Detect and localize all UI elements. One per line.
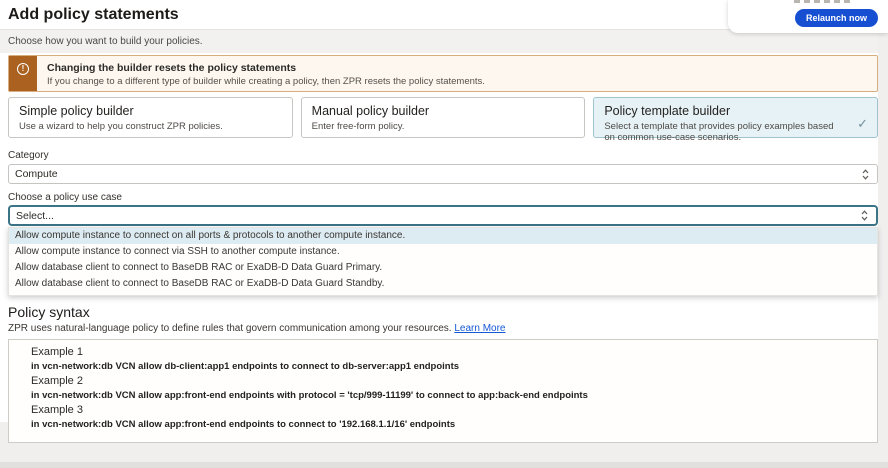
warning-icon: ! (17, 63, 29, 75)
card-title: Simple policy builder (19, 103, 282, 119)
select-stepper-icon (861, 210, 868, 221)
select-stepper-icon (862, 169, 869, 180)
warning-banner-body: Changing the builder resets the policy s… (37, 56, 495, 91)
bottom-edge-strip (0, 462, 888, 468)
learn-more-link[interactable]: Learn More (454, 323, 505, 334)
example-label: Example 2 (31, 375, 867, 387)
policy-syntax-description: ZPR uses natural-language policy to defi… (8, 323, 878, 335)
card-description: Use a wizard to help you construct ZPR p… (19, 121, 282, 132)
relaunch-now-button[interactable]: Relaunch now (795, 9, 878, 27)
policy-syntax-heading: Policy syntax (8, 304, 878, 320)
subtitle-bar: Choose how you want to build your polici… (0, 30, 878, 53)
example-code: in vcn-network:db VCN allow db-client:ap… (31, 362, 867, 372)
use-case-label: Choose a policy use case (8, 192, 878, 204)
card-title: Policy template builder (604, 103, 867, 119)
use-case-option[interactable]: Allow database client to connect to Base… (9, 260, 877, 276)
card-description: Enter free-form policy. (312, 121, 575, 132)
warning-banner-stripe: ! (9, 56, 37, 91)
selected-check-icon: ✓ (857, 117, 868, 130)
card-policy-template-builder[interactable]: Policy template builder Select a templat… (593, 97, 878, 138)
example-label: Example 3 (31, 404, 867, 416)
card-title: Manual policy builder (312, 103, 575, 119)
use-case-option[interactable]: Allow database client to connect to Base… (9, 276, 877, 292)
warning-title: Changing the builder resets the policy s… (47, 61, 485, 75)
example-label: Example 1 (31, 346, 867, 358)
policy-examples-box: Example 1 in vcn-network:db VCN allow db… (8, 339, 878, 443)
example-code: in vcn-network:db VCN allow app:front-en… (31, 420, 867, 430)
use-case-select[interactable]: Select... (8, 205, 878, 226)
main-content-panel: Add policy statements Choose how you wan… (0, 0, 878, 422)
category-label: Category (8, 150, 878, 162)
card-simple-policy-builder[interactable]: Simple policy builder Use a wizard to he… (8, 97, 293, 138)
warning-banner: ! Changing the builder resets the policy… (8, 55, 878, 92)
use-case-select-value: Select... (16, 210, 54, 222)
category-select-value: Compute (15, 168, 58, 180)
relaunch-popup: Relaunch now (728, 0, 888, 33)
warning-message: If you change to a different type of bui… (47, 75, 485, 88)
use-case-options-list: Allow compute instance to connect on all… (8, 227, 878, 296)
category-select[interactable]: Compute (8, 164, 878, 184)
use-case-option[interactable]: Allow compute instance to connect via SS… (9, 244, 877, 260)
use-case-option[interactable]: Allow compute instance to connect on all… (9, 228, 877, 244)
clipped-text-fragment (794, 0, 850, 3)
example-code: in vcn-network:db VCN allow app:front-en… (31, 391, 867, 401)
card-manual-policy-builder[interactable]: Manual policy builder Enter free-form po… (301, 97, 586, 138)
builder-cards-row: Simple policy builder Use a wizard to he… (8, 97, 878, 138)
card-description: Select a template that provides policy e… (604, 121, 867, 143)
